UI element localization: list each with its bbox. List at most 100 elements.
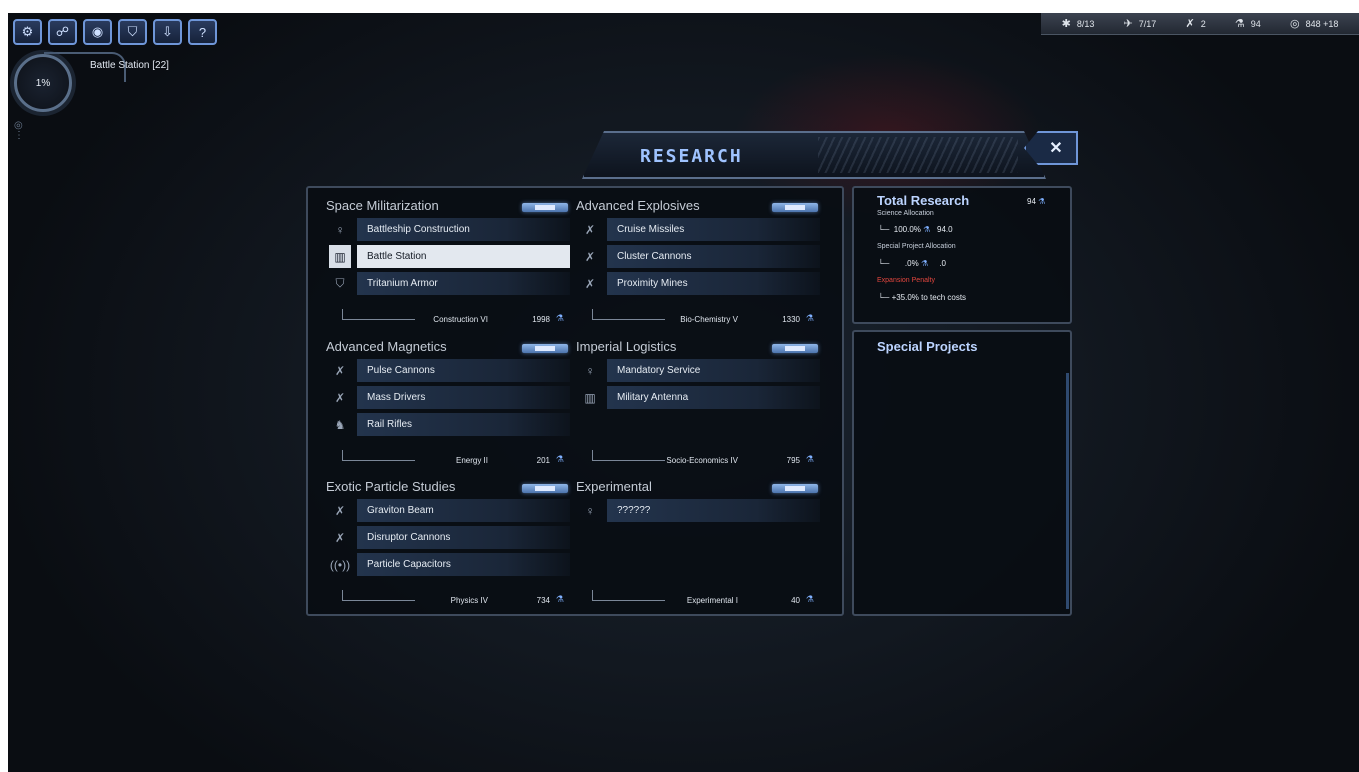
resource-fleet[interactable]: ✈ 7/17 xyxy=(1124,17,1157,30)
tech-item[interactable]: ✗ Proximity Mines xyxy=(579,272,820,295)
tech-label: Proximity Mines xyxy=(607,272,820,295)
research-flask-icon: ⚗ xyxy=(555,313,564,323)
special-project-allocation-label: Special Project Allocation xyxy=(877,243,956,250)
category-toggle[interactable] xyxy=(772,203,818,212)
tech-label: Military Antenna xyxy=(607,386,820,409)
category-toggle[interactable] xyxy=(772,484,818,493)
science-allocation-row[interactable]: └─ 100.0% ⚗ 94.0 xyxy=(878,225,953,234)
category-title: Imperial Logistics xyxy=(576,339,677,354)
resource-research-flask[interactable]: ⚗ 94 xyxy=(1235,17,1261,30)
shield-button[interactable]: ⛉ xyxy=(118,19,147,45)
resource-credits[interactable]: ◎ 848 +18 xyxy=(1290,17,1338,30)
resource-value: 7/17 xyxy=(1138,18,1157,29)
tech-item[interactable]: ✗ Disruptor Cannons xyxy=(329,526,570,549)
fleet-icon: ✈ xyxy=(1123,18,1133,30)
tech-item[interactable]: ♀ Battleship Construction xyxy=(329,218,570,241)
category-toggle[interactable] xyxy=(522,344,568,353)
resource-bar: ✱ 8/13 ✈ 7/17 ✗ 2 ⚗ 94 ◎ 848 +18 xyxy=(1041,13,1359,35)
help-icon: ? xyxy=(198,24,207,40)
satellite-icon: ☍ xyxy=(55,24,70,39)
category-title: Exotic Particle Studies xyxy=(326,479,456,494)
tech-label: Pulse Cannons xyxy=(357,359,570,382)
total-research-title: Total Research xyxy=(877,193,970,208)
target-button[interactable]: ◉ xyxy=(83,19,112,45)
soldier-icon: ♞ xyxy=(334,417,346,432)
requirement-cost: 40 xyxy=(791,596,800,605)
requirement-name: Socio-Economics IV xyxy=(666,456,738,465)
tech-label: Rail Rifles xyxy=(357,413,570,436)
research-flask-icon: ⚗ xyxy=(555,454,564,464)
special-projects-title: Special Projects xyxy=(877,339,978,354)
target-icon: ◉ xyxy=(91,24,104,39)
tech-item[interactable]: ♀ Mandatory Service xyxy=(579,359,820,382)
category-requirement: Energy II 201 ⚗ xyxy=(342,450,564,465)
shield-icon: ⛉ xyxy=(335,276,345,290)
requirement-cost: 1330 xyxy=(782,315,800,324)
download-button[interactable]: ⇩ xyxy=(153,19,182,45)
resource-value: 848 +18 xyxy=(1305,18,1339,29)
category-title: Space Militarization xyxy=(326,198,439,213)
category-toggle[interactable] xyxy=(522,203,568,212)
special-projects-scrollbar[interactable] xyxy=(1066,373,1069,609)
tech-item[interactable]: ((•)) Particle Capacitors xyxy=(329,553,570,576)
help-button[interactable]: ? xyxy=(188,19,217,45)
tech-item[interactable]: ✗ Graviton Beam xyxy=(329,499,570,522)
weapon-icon: ✗ xyxy=(334,363,346,378)
research-flask-icon: ⚗ xyxy=(805,454,814,464)
tech-label: Particle Capacitors xyxy=(357,553,570,576)
close-icon: ✕ xyxy=(1049,140,1063,157)
tech-item[interactable]: ▥ Battle Station xyxy=(329,245,570,268)
download-icon: ⇩ xyxy=(162,24,173,39)
resource-planets[interactable]: ✱ 8/13 xyxy=(1062,17,1095,30)
requirement-connector xyxy=(592,450,665,461)
network-button[interactable]: ⚙ xyxy=(13,19,42,45)
tech-item[interactable]: ✗ Mass Drivers xyxy=(329,386,570,409)
planets-icon: ✱ xyxy=(1061,18,1071,30)
category-requirement: Socio-Economics IV 795 ⚗ xyxy=(592,450,814,465)
requirement-name: Bio-Chemistry V xyxy=(680,315,738,324)
shield-icon: ⛉ xyxy=(127,24,138,39)
bulb-icon: ♀ xyxy=(585,363,595,378)
signal-icon: ((•)) xyxy=(329,557,351,572)
weapon-icon: ✗ xyxy=(584,222,596,237)
category-requirement: Experimental I 40 ⚗ xyxy=(592,590,814,605)
tech-label: Cluster Cannons xyxy=(607,245,820,268)
tech-label: Mass Drivers xyxy=(357,386,570,409)
category-toggle[interactable] xyxy=(772,344,818,353)
weapon-icon: ✗ xyxy=(584,276,596,291)
weapon-icon: ✗ xyxy=(334,530,346,545)
building-icon: ▥ xyxy=(584,390,596,405)
requirement-connector xyxy=(342,590,415,601)
tech-item[interactable]: ✗ Cruise Missiles xyxy=(579,218,820,241)
tech-item[interactable]: ✗ Pulse Cannons xyxy=(329,359,570,382)
tech-item[interactable]: ✗ Cluster Cannons xyxy=(579,245,820,268)
requirement-connector xyxy=(342,309,415,320)
special-project-allocation-row[interactable]: └─ .0% ⚗ .0 xyxy=(878,259,946,268)
category-requirement: Construction VI 1998 ⚗ xyxy=(342,309,564,324)
tech-label: Graviton Beam xyxy=(357,499,570,522)
ships-icon: ✗ xyxy=(1185,18,1195,30)
resource-ships[interactable]: ✗ 2 xyxy=(1185,17,1205,30)
requirement-name: Construction VI xyxy=(433,315,488,324)
weapon-icon: ✗ xyxy=(584,249,596,264)
weapon-icon: ✗ xyxy=(334,503,346,518)
requirement-name: Physics IV xyxy=(450,596,488,605)
production-progress-ring[interactable]: 1% xyxy=(14,54,72,112)
tech-item[interactable]: ▥ Military Antenna xyxy=(579,386,820,409)
tech-label: Tritanium Armor xyxy=(357,272,570,295)
special-projects-panel xyxy=(852,330,1072,616)
requirement-name: Energy II xyxy=(455,456,488,465)
requirement-cost: 1998 xyxy=(532,315,550,324)
page-title: RESEARCH xyxy=(640,146,743,167)
tech-item[interactable]: ⛉ Tritanium Armor xyxy=(329,272,570,295)
side-menu-icon[interactable]: ◎ ⋮ xyxy=(14,121,24,141)
category-toggle[interactable] xyxy=(522,484,568,493)
resource-value: 2 xyxy=(1200,18,1206,29)
expansion-penalty-text: └─ +35.0% to tech costs xyxy=(878,293,967,302)
bulb-icon: ♀ xyxy=(585,503,595,518)
tech-item[interactable]: ♀?????? xyxy=(579,499,820,522)
satellite-button[interactable]: ☍ xyxy=(48,19,77,45)
tech-item[interactable]: ♞ Rail Rifles xyxy=(329,413,570,436)
production-item-label: Battle Station [22] xyxy=(90,60,169,71)
research-flask-icon: ⚗ xyxy=(555,594,564,604)
